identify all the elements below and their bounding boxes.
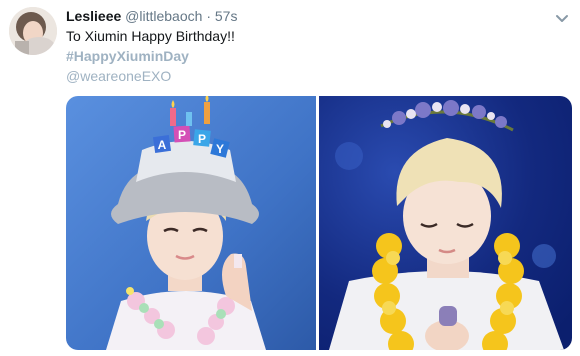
tweet-text: To Xiumin Happy Birthday!! (66, 28, 235, 44)
tweet-header: Leslieee @littlebaoch · 57s (66, 7, 237, 25)
author-avatar[interactable] (9, 7, 57, 55)
author-handle[interactable]: @littlebaoch (125, 8, 202, 24)
header-separator: · (206, 8, 211, 24)
photo-left[interactable]: A P P Y (66, 96, 316, 350)
photo-right[interactable] (319, 96, 572, 350)
hashtag-link[interactable]: #HappyXiuminDay (66, 47, 189, 65)
tweet-timestamp[interactable]: 57s (215, 8, 238, 24)
hat-letter: A (158, 138, 167, 152)
author-name[interactable]: Leslieee (66, 8, 121, 24)
chevron-down-icon[interactable] (554, 10, 570, 26)
tweet-media: A P P Y (66, 96, 572, 350)
hat-letter: P (178, 128, 186, 142)
mention-link[interactable]: @weareoneEXO (66, 67, 171, 85)
hat-letter: P (198, 132, 206, 146)
hat-letter: Y (216, 142, 224, 156)
